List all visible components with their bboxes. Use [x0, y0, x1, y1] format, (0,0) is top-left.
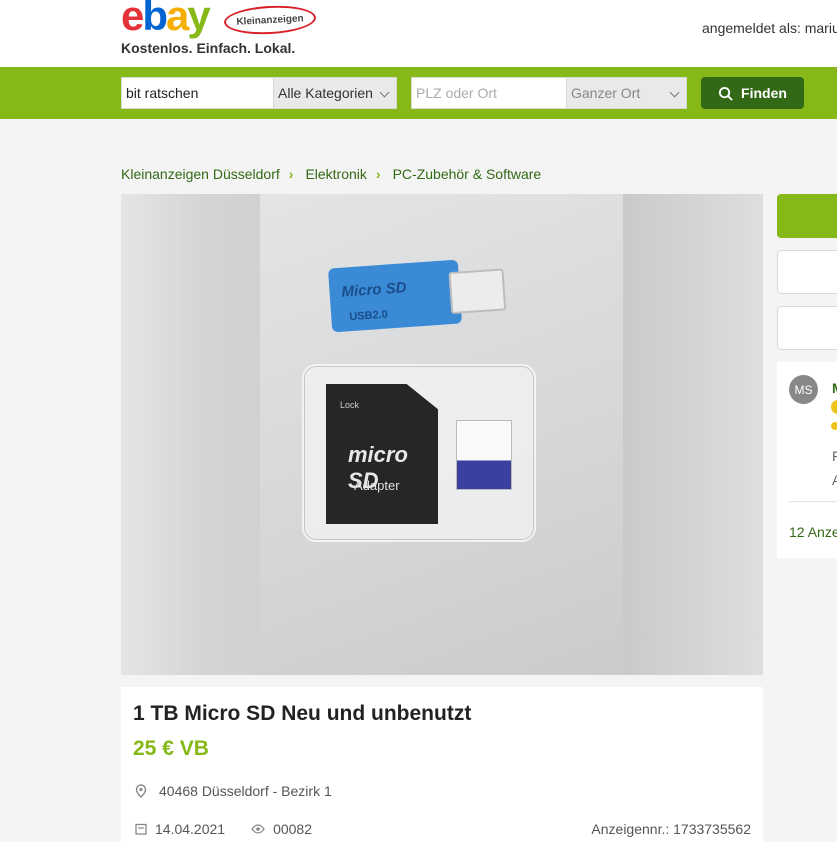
- location-input[interactable]: PLZ oder Ort: [411, 77, 567, 109]
- listing-title: 1 TB Micro SD Neu und unbenutzt: [133, 702, 472, 725]
- sd-adapter: Lock micro SD Adapter: [326, 384, 438, 524]
- chevron-right-icon: ›: [288, 166, 294, 182]
- tagline: Kostenlos. Einfach. Lokal.: [121, 40, 296, 56]
- seller-info: F: [832, 448, 837, 464]
- sd-card-case: Lock micro SD Adapter: [302, 364, 536, 542]
- calendar-icon: [135, 823, 147, 835]
- top-bar: ebay Kleinanzeigen Kostenlos. Einfach. L…: [0, 0, 837, 67]
- product-photo[interactable]: Micro SD USB2.0 Lock micro SD Adapter: [260, 194, 623, 675]
- ad-number: Anzeigennr.: 1733735562: [591, 821, 751, 837]
- logo-badge: Kleinanzeigen: [223, 3, 317, 37]
- usb-card-reader: Micro SD USB2.0: [327, 259, 507, 333]
- find-button[interactable]: Finden: [701, 77, 804, 109]
- listing-details: 1 TB Micro SD Neu und unbenutzt 25 € VB …: [121, 687, 763, 842]
- chevron-down-icon: [379, 87, 390, 98]
- ebay-wordmark: ebay: [121, 0, 211, 39]
- breadcrumb-item[interactable]: PC-Zubehör & Software: [393, 166, 542, 182]
- eye-icon: [251, 824, 265, 834]
- chevron-right-icon: ›: [375, 166, 381, 182]
- logged-in-user[interactable]: angemeldet als: mariu: [702, 20, 837, 36]
- contact-button[interactable]: [777, 194, 837, 238]
- listing-views: 00082: [251, 821, 312, 837]
- listing-price: 25 € VB: [133, 737, 209, 760]
- divider: [789, 501, 837, 502]
- category-select[interactable]: Alle Kategorien: [273, 77, 397, 109]
- seller-ads-link[interactable]: 12 Anze: [789, 524, 837, 540]
- avatar: MS: [789, 375, 818, 404]
- search-input[interactable]: bit ratschen: [121, 77, 274, 109]
- breadcrumb: Kleinanzeigen Düsseldorf › Elektronik › …: [121, 166, 541, 182]
- image-gallery[interactable]: Micro SD USB2.0 Lock micro SD Adapter: [121, 194, 763, 675]
- secondary-action-button[interactable]: [777, 250, 837, 294]
- listing-location: 40468 Düsseldorf - Bezirk 1: [135, 783, 332, 799]
- gallery-blur-left: [121, 194, 260, 675]
- secondary-action-button[interactable]: [777, 306, 837, 350]
- radius-select[interactable]: Ganzer Ort: [566, 77, 687, 109]
- seller-info: A: [832, 472, 837, 488]
- badge-icon: [831, 400, 837, 414]
- micro-sd-card: [456, 420, 512, 490]
- listing-meta: 14.04.2021 00082: [135, 821, 312, 837]
- breadcrumb-item[interactable]: Kleinanzeigen Düsseldorf: [121, 166, 280, 182]
- seller-name[interactable]: M: [832, 380, 837, 396]
- breadcrumb-item[interactable]: Elektronik: [305, 166, 366, 182]
- location-pin-icon: [135, 784, 147, 798]
- search-icon: [718, 86, 733, 101]
- seller-card: MS M F A 12 Anze: [777, 362, 837, 558]
- gallery-blur-right: [623, 194, 763, 675]
- usb-plug: [448, 268, 507, 315]
- search-bar: bit ratschen Alle Kategorien PLZ oder Or…: [0, 67, 837, 119]
- badge-icon: [831, 422, 837, 430]
- chevron-down-icon: [669, 87, 680, 98]
- listing-date: 14.04.2021: [135, 821, 225, 837]
